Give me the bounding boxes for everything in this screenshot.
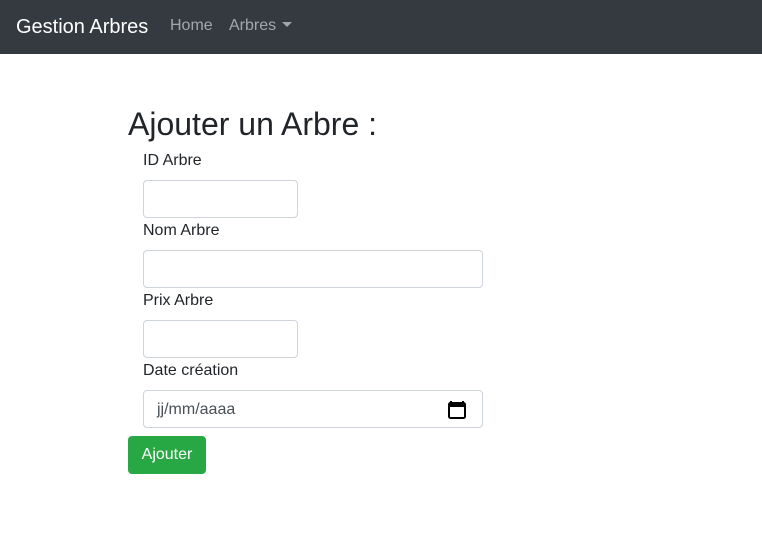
- date-creation-input[interactable]: jj/mm/aaaa: [143, 390, 483, 428]
- navbar: Gestion Arbres Home Arbres: [0, 0, 762, 54]
- nom-arbre-input[interactable]: [143, 250, 483, 288]
- calendar-icon[interactable]: [448, 400, 466, 419]
- caret-down-icon: [282, 22, 293, 27]
- ajouter-button[interactable]: Ajouter: [128, 436, 206, 474]
- nom-arbre-label: Nom Arbre: [143, 222, 220, 239]
- nav-dropdown-arbres[interactable]: Arbres: [229, 16, 293, 36]
- id-arbre-input[interactable]: [143, 180, 298, 218]
- id-arbre-label: ID Arbre: [143, 152, 202, 169]
- date-creation-placeholder: jj/mm/aaaa: [157, 401, 236, 418]
- date-creation-label: Date création: [143, 362, 239, 379]
- prix-arbre-label: Prix Arbre: [143, 292, 214, 309]
- navbar-brand[interactable]: Gestion Arbres: [16, 14, 148, 40]
- page-title: Ajouter un Arbre :: [128, 106, 378, 142]
- nav-dropdown-arbres-label: Arbres: [229, 17, 277, 34]
- nav-link-home-label: Home: [170, 17, 213, 34]
- nav-link-home[interactable]: Home: [170, 16, 213, 36]
- prix-arbre-input[interactable]: [143, 320, 298, 358]
